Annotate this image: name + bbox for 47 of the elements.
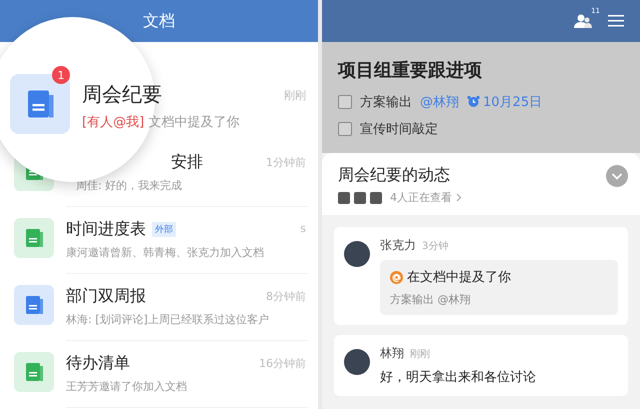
comment-text: 好，明天拿出来和各位讨论 [380,369,537,386]
mention-label: [有人@我] [82,114,144,130]
quoted-text: 方案输出 @林翔 [390,292,472,307]
update-time: 16分钟前 [259,356,306,371]
document-title: 部门双周报 [66,286,146,306]
document-title: 周会纪要 [82,80,162,108]
avatar-placeholder [338,192,350,204]
document-title: 待办清单 [66,352,130,374]
spreadsheet-icon [14,218,54,258]
document-title: 时间进度表 [66,218,146,240]
user-name: 林翔 [380,345,404,362]
update-time: 刚刚 [284,88,306,103]
avatar-placeholder [344,349,370,375]
menu-icon[interactable] [608,15,624,27]
update-time: s [300,222,306,235]
checkbox[interactable] [338,122,352,136]
activity-time: 3分钟 [422,240,448,253]
avatar-placeholder [370,192,382,204]
activity-card[interactable]: 张克力 3分钟 在文档中提及了你 方案输出 @林翔 [334,227,628,325]
at-sign-icon [390,270,403,284]
activity-time: 刚刚 [410,348,430,361]
collapse-button[interactable] [606,165,628,187]
document-icon [14,284,54,324]
avatar-placeholder [344,241,370,267]
alarm-clock-icon [467,95,480,108]
mention-headline: 在文档中提及了你 [407,269,511,286]
external-tag: 外部 [152,222,176,236]
activity-card[interactable]: 林翔 刚刚 好，明天拿出来和各位讨论 [334,335,628,396]
document-preview: 王芳芳邀请了你加入文档 [66,380,187,392]
spreadsheet-icon [14,352,54,392]
document-preview: 康河邀请曾新、韩青梅、张克力加入文档 [66,246,264,258]
task-text: 方案输出 [360,94,412,110]
people-icon[interactable] [574,13,594,29]
update-time: 1分钟前 [266,155,306,170]
mention-box[interactable]: 在文档中提及了你 方案输出 @林翔 [380,260,618,315]
task-text: 宣传时间敲定 [360,120,438,138]
activity-title: 周会纪要的动态 [338,165,451,186]
document-title: 安排 [171,152,203,172]
user-name: 张克力 [380,237,416,254]
update-time: 8分钟前 [266,289,306,304]
checklist-title: 项目组重要跟进项 [338,59,483,82]
due-date: 10月25日 [483,94,542,110]
chevron-right-icon[interactable] [456,193,462,202]
document-preview: 林海: [划词评论]上周已经联系过这位客户 [66,312,269,326]
document-preview: 文档中提及了你 [148,114,240,130]
checkbox[interactable] [338,94,352,108]
avatar-placeholder [354,192,366,204]
